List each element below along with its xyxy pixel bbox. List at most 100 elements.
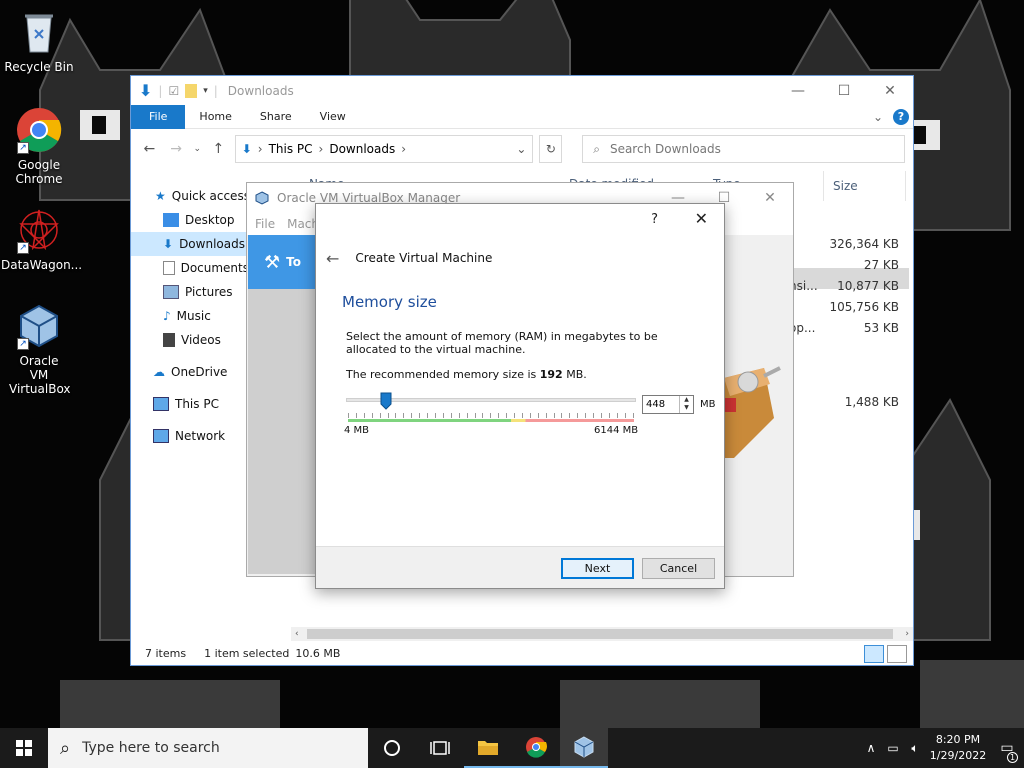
wizard-title-bar[interactable]: ? ✕ <box>316 204 724 236</box>
slider-tick <box>387 413 389 418</box>
file-size: 1,488 KB <box>844 395 899 409</box>
virtualbox-icon: ↗ <box>15 302 63 350</box>
next-button[interactable]: Next <box>561 558 634 579</box>
ribbon-tab-file[interactable]: File <box>131 104 186 129</box>
memory-slider[interactable] <box>346 392 636 422</box>
nav-documents[interactable]: Documents <box>131 256 249 280</box>
ribbon-tab-view[interactable]: View <box>306 105 360 129</box>
network-icon <box>153 429 169 443</box>
close-icon[interactable]: ✕ <box>747 183 793 213</box>
navigation-pane: ★ Quick access Desktop ⬇ Downloads Documen… <box>131 184 250 624</box>
breadcrumb-downloads[interactable]: Downloads <box>329 142 395 156</box>
up-icon[interactable]: ↑ <box>208 141 229 157</box>
spin-up-icon[interactable]: ▲ <box>680 396 693 404</box>
taskbar-virtualbox[interactable] <box>560 728 608 768</box>
close-icon[interactable]: ✕ <box>695 209 708 228</box>
task-view-button[interactable] <box>416 728 464 768</box>
slider-max-label: 6144 MB <box>594 425 639 436</box>
desktop-icon-recycle-bin[interactable]: Recycle Bin <box>1 8 77 74</box>
spin-down-icon[interactable]: ▼ <box>680 404 693 412</box>
shortcut-arrow-icon: ↗ <box>17 338 29 350</box>
nav-pictures[interactable]: Pictures <box>131 280 249 304</box>
file-size: 326,364 KB <box>829 237 899 251</box>
horizontal-scrollbar[interactable]: ‹ › <box>291 627 913 641</box>
memory-size-spinbox[interactable]: ▲ ▼ <box>642 395 694 414</box>
slider-range-band <box>348 419 634 422</box>
shortcut-arrow-icon: ↗ <box>17 142 29 154</box>
clock-date: 1/29/2022 <box>929 749 987 762</box>
details-view-icon[interactable] <box>864 645 884 663</box>
nav-videos[interactable]: Videos <box>131 328 249 352</box>
close-icon[interactable]: ✕ <box>867 76 913 105</box>
nav-this-pc[interactable]: This PC <box>131 392 249 416</box>
ribbon-tab-home[interactable]: Home <box>185 105 245 129</box>
nav-network[interactable]: Network <box>131 424 249 448</box>
nav-onedrive[interactable]: ☁ OneDrive <box>131 360 249 384</box>
vbox-welcome-art <box>724 358 784 468</box>
documents-icon <box>163 261 175 275</box>
new-folder-icon[interactable] <box>185 83 198 98</box>
column-size[interactable]: Size <box>833 179 858 193</box>
slider-tick <box>442 413 444 418</box>
refresh-icon: ↻ <box>545 142 556 156</box>
notification-center-icon[interactable]: ▭ 1 <box>990 740 1024 763</box>
taskbar-search[interactable]: ⌕ Type here to search <box>48 728 368 768</box>
nav-desktop[interactable]: Desktop <box>131 208 249 232</box>
memory-size-input[interactable] <box>643 396 679 413</box>
ribbon-tab-share[interactable]: Share <box>246 105 306 129</box>
slider-tick <box>490 413 492 418</box>
properties-icon[interactable]: ☑ <box>168 84 179 98</box>
desktop-icon-datawagon[interactable]: ↗ DataWagon... <box>1 206 82 272</box>
vbox-tools-item[interactable]: ⚒ To <box>248 235 316 289</box>
notification-badge: 1 <box>1007 752 1018 763</box>
create-vm-wizard: ? ✕ ← Create Virtual Machine Memory size… <box>315 203 725 589</box>
slider-tick <box>632 413 634 418</box>
search-box[interactable]: ⌕ Search Downloads <box>582 135 906 163</box>
network-status-icon[interactable]: ▭ <box>882 741 904 755</box>
desktop-folder-icon <box>163 213 179 227</box>
slider-tick <box>624 413 626 418</box>
nav-music[interactable]: ♪ Music <box>131 304 249 328</box>
clock[interactable]: 8:20 PM 1/29/2022 <box>926 732 990 764</box>
cortana-button[interactable] <box>368 728 416 768</box>
show-hidden-icons-icon[interactable]: ∧ <box>860 741 882 755</box>
explorer-title-bar[interactable]: ⬇ | ☑ ▾ | Downloads — ☐ ✕ <box>131 76 913 105</box>
taskbar-file-explorer[interactable] <box>464 728 512 768</box>
recent-locations-icon[interactable]: ⌄ <box>193 144 202 154</box>
help-button[interactable]: ? <box>651 212 658 227</box>
nav-quick-access[interactable]: ★ Quick access <box>131 184 250 208</box>
desktop-icon-google-chrome[interactable]: ↗ Google Chrome <box>1 106 77 186</box>
scroll-left-icon[interactable]: ‹ <box>295 629 299 639</box>
pictures-icon <box>163 285 179 299</box>
vbox-menu-file[interactable]: File <box>255 217 275 231</box>
slider-thumb[interactable] <box>380 392 392 410</box>
forward-icon[interactable]: → <box>166 141 187 157</box>
slider-tick <box>348 413 349 418</box>
scrollbar-thumb[interactable] <box>307 629 893 639</box>
large-icons-view-icon[interactable] <box>887 645 907 663</box>
desktop-icon-virtualbox[interactable]: ↗ Oracle VM VirtualBox <box>1 302 77 396</box>
maximize-icon[interactable]: ☐ <box>821 76 867 105</box>
scroll-right-icon[interactable]: › <box>905 629 909 639</box>
taskbar-chrome[interactable] <box>512 728 560 768</box>
breadcrumb-this-pc[interactable]: This PC <box>269 142 313 156</box>
address-dropdown-icon[interactable]: ⌄ <box>516 142 526 156</box>
cancel-button[interactable]: Cancel <box>642 558 715 579</box>
slider-tick <box>466 413 468 418</box>
start-button[interactable] <box>0 728 48 768</box>
help-icon[interactable]: ? <box>893 108 909 125</box>
minimize-icon[interactable]: — <box>775 76 821 105</box>
shortcut-arrow-icon: ↗ <box>17 242 29 254</box>
back-icon[interactable]: ← <box>139 141 160 157</box>
address-bar[interactable]: ⬇ › This PC › Downloads › ⌄ <box>234 135 534 163</box>
expand-ribbon-icon[interactable]: ⌄ <box>873 110 883 124</box>
slider-tick <box>537 413 539 418</box>
refresh-button[interactable]: ↻ <box>539 135 563 163</box>
nav-downloads[interactable]: ⬇ Downloads <box>131 232 249 256</box>
back-arrow-icon[interactable]: ← <box>326 249 339 268</box>
virtualbox-icon <box>255 191 269 205</box>
slider-tick <box>616 413 618 418</box>
volume-muted-icon[interactable]: 🔈︎ <box>904 741 926 756</box>
virtualbox-icon <box>574 736 594 758</box>
customize-toolbar-icon[interactable]: ▾ <box>203 86 208 96</box>
